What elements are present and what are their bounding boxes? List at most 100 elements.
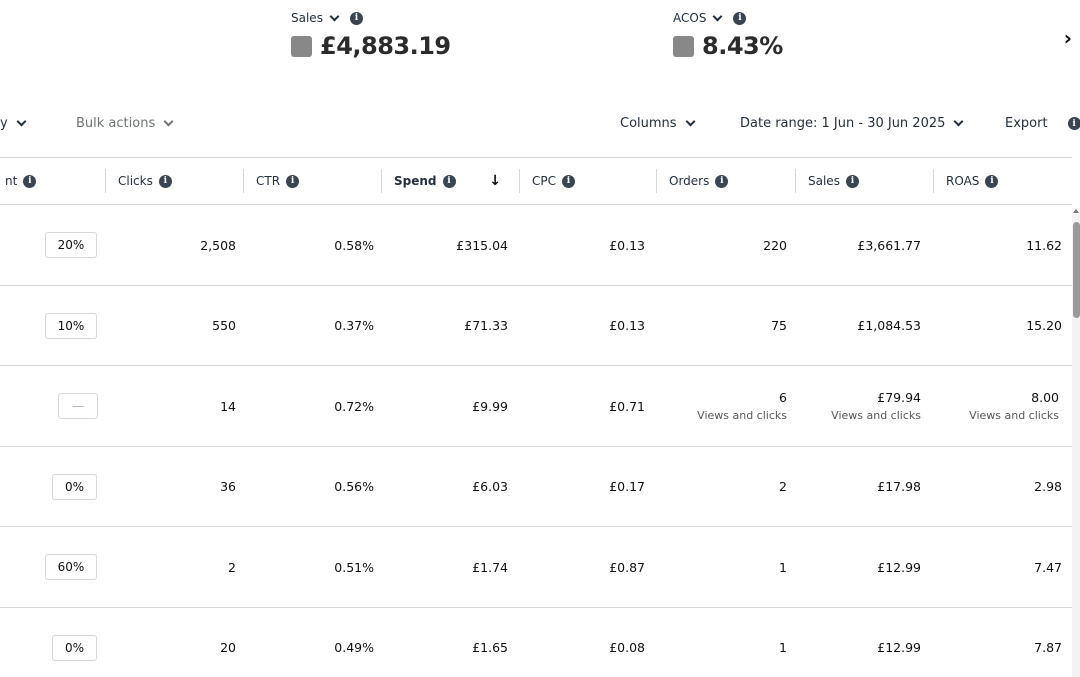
sort-descending-icon[interactable]: ↓	[489, 173, 501, 189]
column-header-spend[interactable]: Spend i ↓	[381, 158, 519, 204]
cell-value: 2,508	[200, 237, 236, 253]
info-icon[interactable]: i	[286, 174, 300, 188]
cell-value: £315.04	[456, 237, 508, 253]
bid-adjustment-input[interactable]: —	[58, 393, 98, 419]
metric-color-swatch[interactable]	[673, 35, 694, 57]
bulk-actions-dropdown[interactable]: Bulk actions	[76, 116, 174, 131]
cell-value: 220	[763, 237, 787, 253]
table-row: — 14 0.72% £9.99 £0.71 6 Views and click…	[0, 366, 1072, 447]
cell-value: 2.98	[1034, 479, 1062, 494]
bid-adjustment-input[interactable]: 0%	[52, 473, 97, 500]
bid-adjustment-input[interactable]: 10%	[45, 312, 97, 339]
cell-ctr: 0.56%	[334, 447, 374, 527]
cell-ctr: 0.72%	[334, 366, 374, 446]
column-header-cpc[interactable]: CPC i	[519, 158, 657, 204]
bulk-actions-label: Bulk actions	[76, 116, 156, 131]
cell-cpc: £0.87	[609, 527, 645, 607]
column-header-sales[interactable]: Sales i	[795, 158, 933, 204]
cell-ctr: 0.51%	[334, 527, 374, 607]
cell-ctr: 0.49%	[334, 608, 374, 677]
cell-value: £0.13	[609, 237, 645, 253]
cell-spend: £1.74	[472, 527, 508, 607]
filter-dropdown[interactable]: y	[0, 116, 27, 131]
attribution-note: Views and clicks	[831, 409, 921, 422]
info-icon[interactable]: i	[562, 174, 575, 188]
cell-roas: 7.47	[1034, 527, 1062, 607]
bid-adjustment-input[interactable]: 0%	[52, 634, 97, 661]
cell-value: £0.08	[609, 640, 645, 655]
cell-roas: 7.87	[1034, 608, 1062, 677]
table-header: nt i Clicks i CTR i Spend i ↓ CPC i Orde…	[0, 157, 1072, 205]
date-range-dropdown[interactable]: Date range: 1 Jun - 30 Jun 2025	[740, 116, 964, 131]
cell-value: 20	[220, 640, 236, 655]
cell-value: 0.58%	[334, 237, 374, 253]
cell-value: 36	[220, 479, 236, 494]
metric-color-swatch[interactable]	[291, 35, 312, 57]
cell-ctr: 0.37%	[334, 286, 374, 366]
info-icon[interactable]: i	[23, 174, 37, 188]
cell-value: 1	[779, 559, 787, 575]
cell-value: 550	[212, 318, 236, 333]
table-row: 10% 550 0.37% £71.33 £0.13 75 £1,084.53 …	[0, 286, 1072, 366]
column-header-label: CTR	[256, 174, 281, 188]
info-icon[interactable]: i	[733, 11, 747, 25]
attribution-note: Views and clicks	[969, 409, 1059, 422]
chevron-down-icon[interactable]	[713, 11, 723, 21]
cell-value: 0.37%	[334, 318, 374, 333]
export-button[interactable]: Export i	[1005, 116, 1080, 131]
cell-sales: £12.99	[877, 608, 921, 677]
cell-value: £3,661.77	[857, 237, 921, 253]
metric-name-sales[interactable]: Sales	[291, 11, 323, 25]
cell-value: £1.65	[472, 640, 508, 655]
cell-sales: £3,661.77	[857, 205, 921, 285]
cell-clicks: 36	[220, 447, 236, 527]
chevron-down-icon[interactable]	[329, 11, 340, 21]
columns-dropdown[interactable]: Columns	[620, 116, 696, 131]
info-icon[interactable]: i	[442, 174, 456, 188]
cell-spend: £9.99	[472, 366, 508, 446]
chevron-right-icon[interactable]: ›	[1064, 26, 1072, 50]
cell-value: 0.56%	[334, 479, 374, 494]
info-icon[interactable]: i	[349, 11, 363, 25]
cell-value: £1,084.53	[857, 318, 921, 333]
cell-value: £17.98	[877, 479, 921, 494]
scroll-up-arrow-icon[interactable]	[1073, 209, 1079, 213]
cell-sales: £12.99	[877, 527, 921, 607]
column-header-adjustment[interactable]: nt i	[0, 158, 105, 204]
bid-adjustment-input[interactable]: 20%	[45, 232, 97, 258]
cell-value: £6.03	[472, 479, 508, 494]
cell-clicks: 550	[212, 286, 236, 366]
bid-adjustment-input[interactable]: 60%	[45, 554, 97, 580]
info-icon[interactable]: i	[1067, 117, 1080, 130]
scrollbar-thumb[interactable]	[1073, 222, 1080, 318]
column-header-clicks[interactable]: Clicks i	[105, 158, 243, 204]
cell-sales: £1,084.53	[857, 286, 921, 366]
cell-cpc: £0.71	[609, 366, 645, 446]
cell-roas: 11.62	[1026, 205, 1062, 285]
table-row: 0% 36 0.56% £6.03 £0.17 2 £17.98 2.98	[0, 447, 1072, 527]
column-header-ctr[interactable]: CTR i	[243, 158, 381, 204]
cell-cpc: £0.17	[609, 447, 645, 527]
table-toolbar: y Bulk actions Columns Date range: 1 Jun…	[0, 114, 1080, 136]
chevron-down-icon	[16, 116, 27, 127]
columns-label: Columns	[620, 116, 677, 131]
column-header-label: Clicks	[118, 174, 153, 188]
column-header-roas[interactable]: ROAS i	[933, 158, 1071, 204]
cell-clicks: 20	[220, 608, 236, 677]
chevron-down-icon	[685, 116, 696, 127]
info-icon[interactable]: i	[715, 174, 729, 188]
cell-value: £0.87	[609, 559, 645, 575]
info-icon[interactable]: i	[845, 174, 859, 188]
column-header-orders[interactable]: Orders i	[656, 158, 794, 204]
cell-value: 1	[779, 640, 787, 655]
cell-value: £0.13	[609, 318, 645, 333]
cell-spend: £315.04	[456, 205, 508, 285]
info-icon[interactable]: i	[158, 174, 172, 188]
table-row: 0% 20 0.49% £1.65 £0.08 1 £12.99 7.87	[0, 608, 1072, 677]
info-icon[interactable]: i	[985, 174, 999, 188]
metric-name-acos[interactable]: ACOS	[673, 11, 706, 25]
cell-value: 0.49%	[334, 640, 374, 655]
cell-cpc: £0.13	[609, 205, 645, 285]
chevron-down-icon	[953, 116, 964, 127]
cell-value: £0.71	[609, 398, 645, 414]
